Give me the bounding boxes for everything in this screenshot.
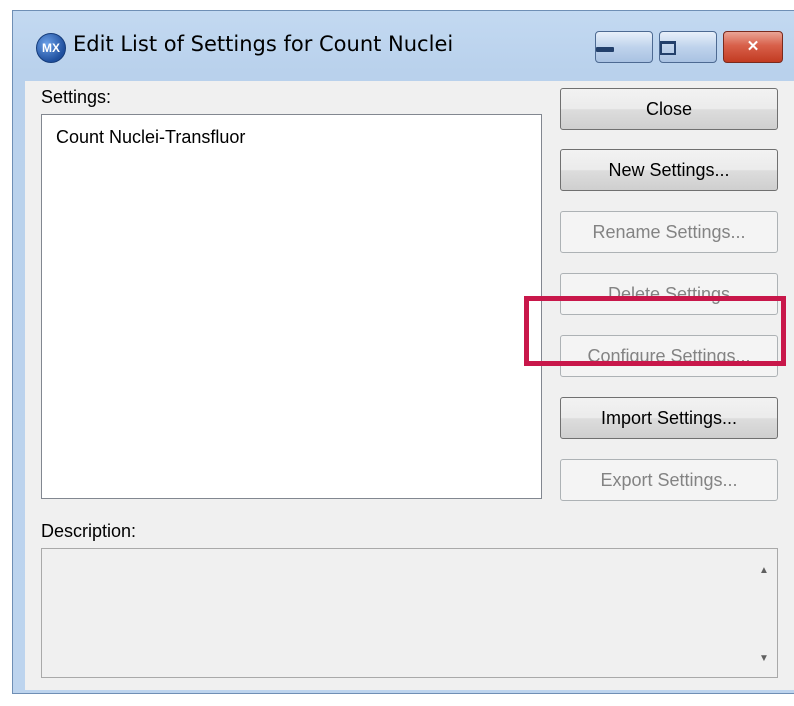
list-item[interactable]: Count Nuclei-Transfluor <box>56 127 245 148</box>
description-box[interactable]: ▲ ▼ <box>41 548 778 678</box>
title-bar[interactable]: MX Edit List of Settings for Count Nucle… <box>13 11 794 81</box>
minimize-icon <box>596 47 614 52</box>
settings-listbox[interactable]: Count Nuclei-Transfluor <box>41 114 542 499</box>
close-icon: ✕ <box>746 38 760 55</box>
window-close-button[interactable]: ✕ <box>723 31 783 63</box>
maximize-icon <box>660 41 676 55</box>
import-highlight-box <box>524 296 786 366</box>
settings-label: Settings: <box>41 87 112 107</box>
new-settings-button[interactable]: New Settings... <box>560 149 778 191</box>
dialog-body: Settings: Count Nuclei-Transfluor Close … <box>25 81 794 690</box>
description-scrollbar[interactable]: ▲ ▼ <box>751 549 777 677</box>
import-settings-button[interactable]: Import Settings... <box>560 397 778 439</box>
export-settings-button[interactable]: Export Settings... <box>560 459 778 501</box>
scroll-up-arrow-icon[interactable]: ▲ <box>759 565 769 576</box>
description-label: Description: <box>41 521 137 541</box>
close-button[interactable]: Close <box>560 88 778 130</box>
minimize-button[interactable] <box>595 31 653 63</box>
rename-settings-button[interactable]: Rename Settings... <box>560 211 778 253</box>
scroll-down-arrow-icon[interactable]: ▼ <box>759 653 769 664</box>
maximize-button[interactable] <box>659 31 717 63</box>
app-logo-icon: MX <box>36 33 66 63</box>
window-title: Edit List of Settings for Count Nuclei <box>73 32 454 56</box>
